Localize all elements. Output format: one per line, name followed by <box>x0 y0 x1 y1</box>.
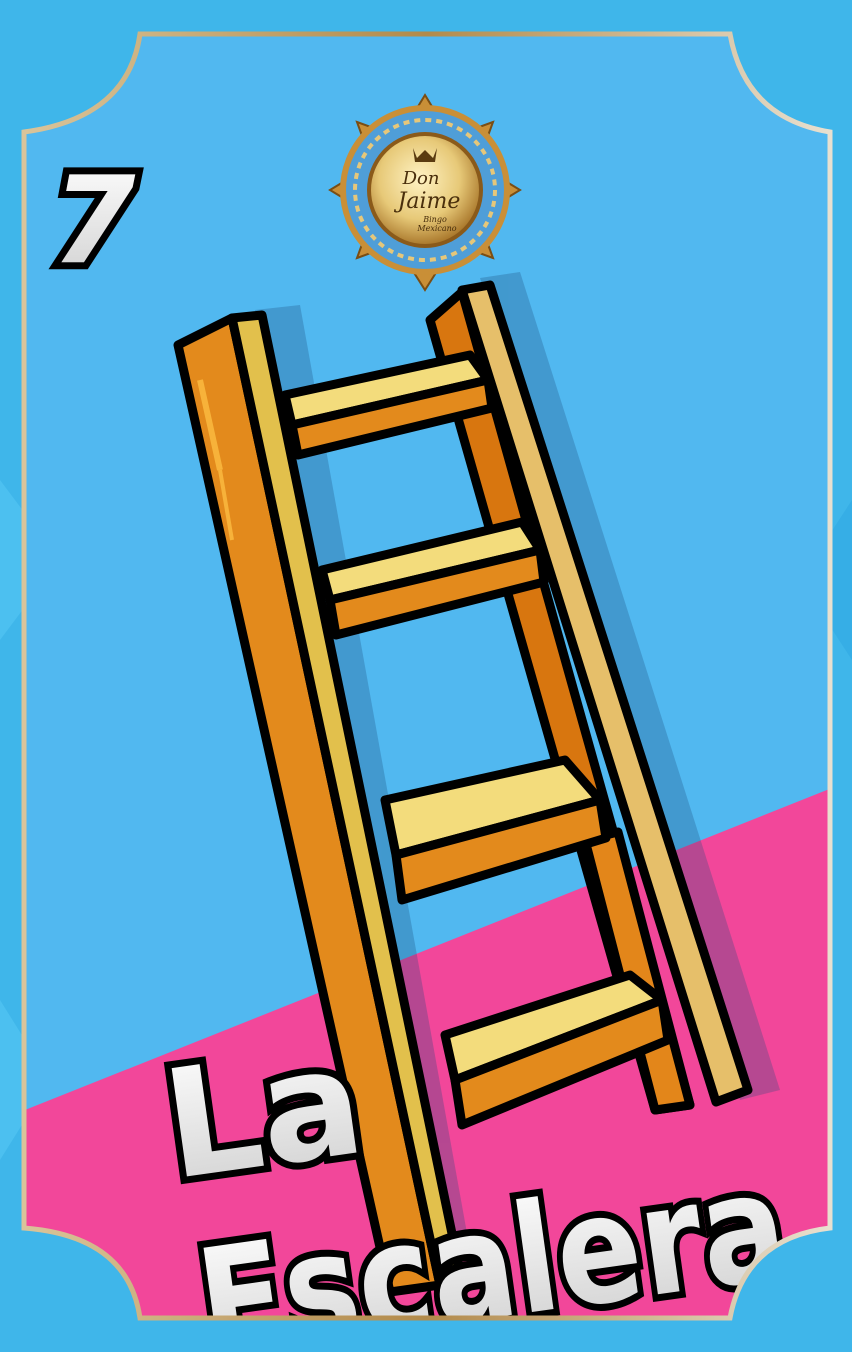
card-number-text: 7 <box>52 152 136 291</box>
logo-tagline-2: Mexicano <box>416 224 456 233</box>
title-line-1: La <box>154 1014 373 1214</box>
logo-tagline-1: Bingo <box>422 215 447 224</box>
logo-line-1: Don <box>402 168 440 189</box>
card-number: 7 <box>45 145 143 298</box>
loteria-card: La Escalera 7 Don Jaime Bingo Mexicano <box>0 0 852 1352</box>
logo-line-2: Jaime <box>394 189 461 214</box>
